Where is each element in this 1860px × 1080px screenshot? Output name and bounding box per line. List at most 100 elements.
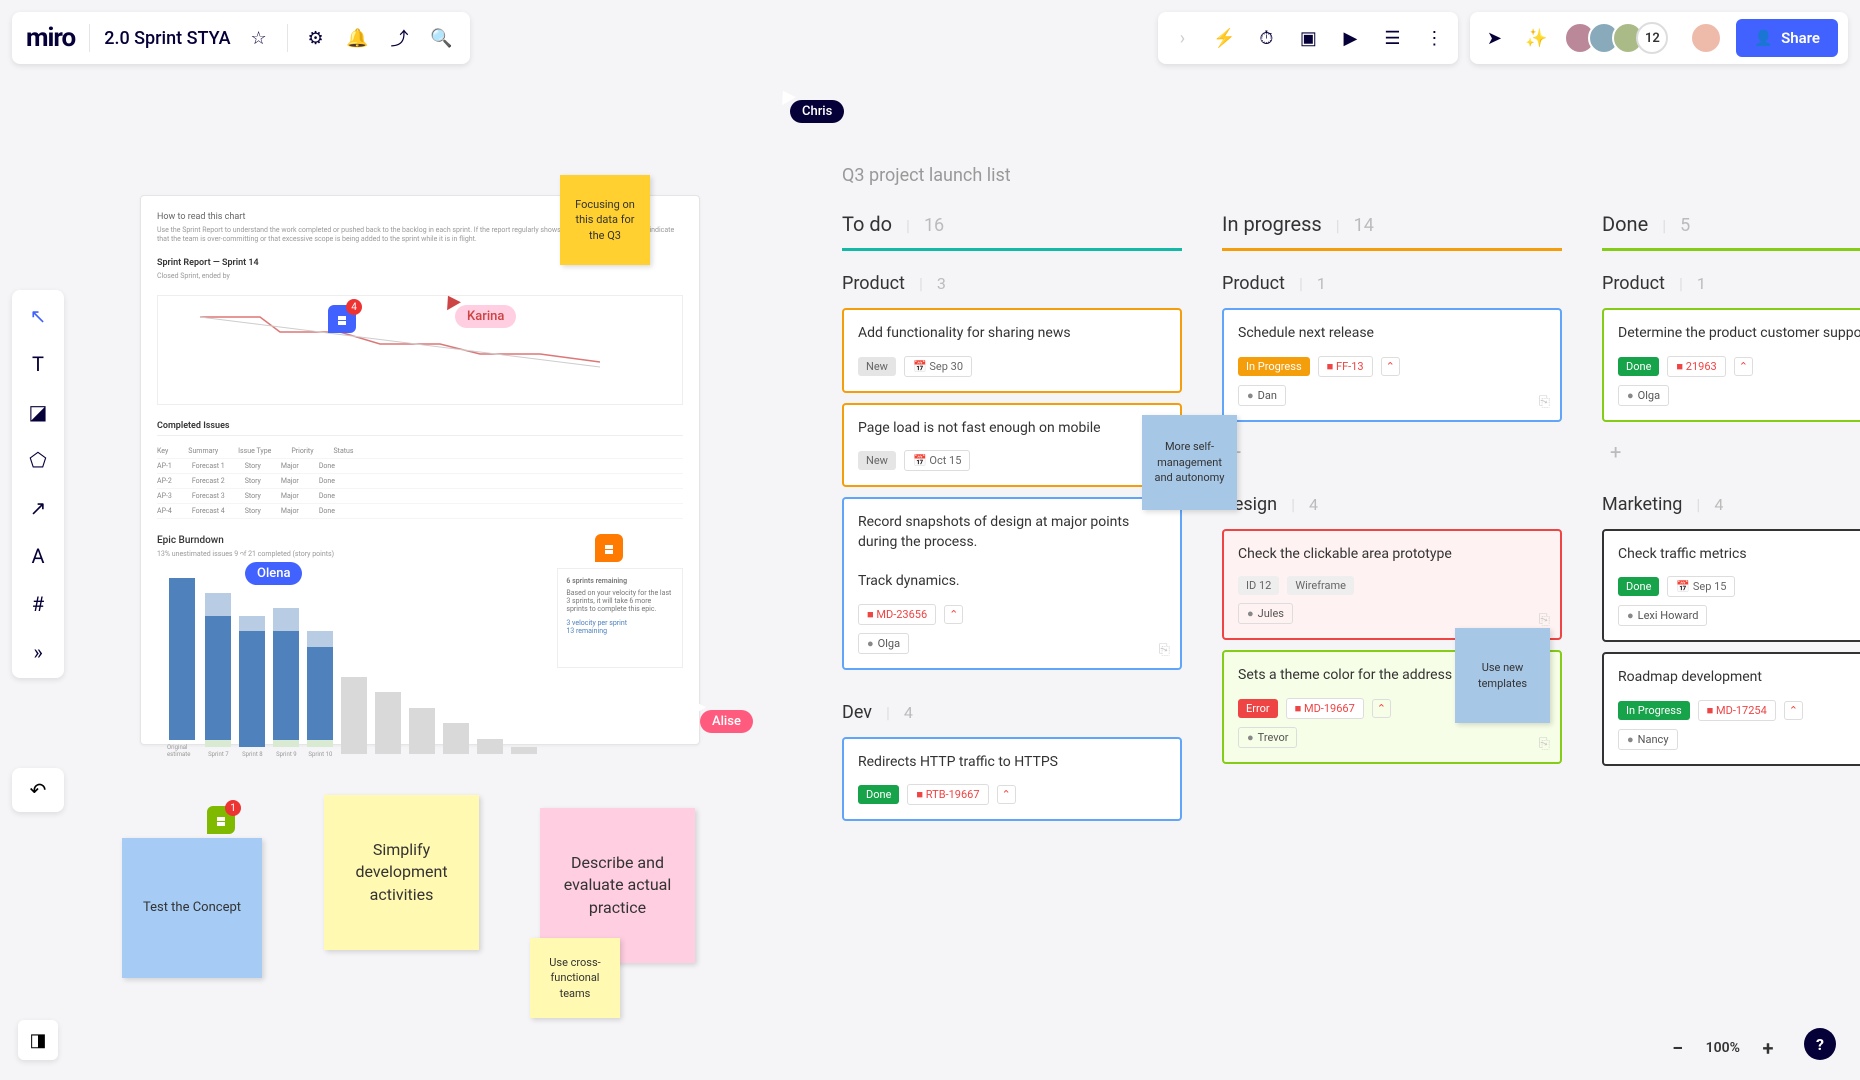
card[interactable]: Check traffic metrics Done📅 Sep 15 Lexi … xyxy=(1602,529,1860,643)
zoom-level[interactable]: 100% xyxy=(1706,1040,1740,1056)
card-title: Roadmap development xyxy=(1618,668,1860,688)
arrow-tool[interactable]: ↗ xyxy=(22,492,54,524)
avatar-overflow[interactable]: 12 xyxy=(1636,22,1668,54)
card[interactable]: Page load is not fast enough on mobile N… xyxy=(842,403,1182,488)
topbar-tools-group: › ⚡ ⏱ ▣ ▶ ☰ ⋮ xyxy=(1158,12,1458,64)
frame-tool[interactable]: # xyxy=(22,588,54,620)
settings-icon[interactable]: ⚙ xyxy=(302,24,330,52)
share-icon: 👤 xyxy=(1754,29,1773,47)
link-icon: ⎘ xyxy=(1539,736,1550,752)
status-tag: Done xyxy=(1618,357,1659,376)
topbar-collab-group: ➤ ✨ 12 👤 Share xyxy=(1470,12,1848,64)
badge-count: 4 xyxy=(346,299,362,315)
section-name: Product xyxy=(842,273,905,294)
search-icon[interactable]: 🔍 xyxy=(428,24,456,52)
card[interactable]: Record snapshots of design at major poin… xyxy=(842,497,1182,669)
export-icon[interactable]: ⤴ xyxy=(386,24,414,52)
section-count: 1 xyxy=(1317,274,1326,293)
star-icon[interactable]: ☆ xyxy=(245,24,273,52)
burndown-chart xyxy=(157,295,683,405)
text-tool[interactable]: T xyxy=(22,348,54,380)
zoom-in-button[interactable]: + xyxy=(1756,1036,1780,1060)
section-count: 1 xyxy=(1697,274,1706,293)
cursor-icon[interactable]: ➤ xyxy=(1480,24,1508,52)
add-card-button[interactable]: + xyxy=(1602,432,1860,472)
card-title: Redirects HTTP traffic to HTTPS xyxy=(858,753,1166,773)
left-toolbar: ↖ T ◪ ⬠ ↗ A # » xyxy=(12,290,64,678)
help-button[interactable]: ? xyxy=(1804,1028,1836,1060)
pen-tool[interactable]: A xyxy=(22,540,54,572)
present-icon[interactable]: ▶ xyxy=(1336,24,1364,52)
lightning-icon[interactable]: ⚡ xyxy=(1210,24,1238,52)
forecast-title: 6 sprints remaining xyxy=(566,577,674,585)
more-icon[interactable]: ⋮ xyxy=(1420,24,1448,52)
sticky-tool[interactable]: ◪ xyxy=(22,396,54,428)
kanban-col-inprogress: In progress|14 Product|1 Schedule next r… xyxy=(1222,200,1562,831)
card-title: Determine the product customer support xyxy=(1618,324,1860,344)
remaining: 13 remaining xyxy=(566,627,674,635)
comment-badge-green[interactable]: 1 xyxy=(207,806,235,834)
badge-count: 1 xyxy=(225,800,241,816)
sticky-self-manage[interactable]: More self-management and autonomy xyxy=(1142,415,1237,510)
sprint-report-frame[interactable]: How to read this chart Use the Sprint Re… xyxy=(140,195,700,745)
more-tools[interactable]: » xyxy=(22,636,54,668)
status-tag: Done xyxy=(1618,577,1659,596)
sticky-focus[interactable]: Focusing on this data for the Q3 xyxy=(560,175,650,265)
timer-icon[interactable]: ⏱ xyxy=(1252,24,1280,52)
id-tag: RTB-19667 xyxy=(907,784,988,805)
avatar-stack[interactable]: 12 xyxy=(1564,22,1668,54)
section-count: 4 xyxy=(904,703,913,722)
sticky-test-concept[interactable]: Test the Concept xyxy=(122,838,262,978)
cursor-karina: Karina xyxy=(455,305,516,328)
epic-bar-chart: Original estimateSprint 7Sprint 8Sprint … xyxy=(157,568,547,758)
panel-toggle[interactable]: ◨ xyxy=(18,1020,58,1060)
col-name: In progress xyxy=(1222,212,1322,236)
note-icon[interactable]: ☰ xyxy=(1378,24,1406,52)
sticky-simplify[interactable]: Simplify development activities xyxy=(324,795,479,950)
topbar: miro 2.0 Sprint STYA ☆ ⚙ 🔔 ⤴ 🔍 › ⚡ ⏱ ▣ ▶… xyxy=(12,12,1848,64)
kanban-col-done: Done|5 Product|1 Determine the product c… xyxy=(1602,200,1860,831)
zoom-out-button[interactable]: − xyxy=(1666,1036,1690,1060)
bell-icon[interactable]: 🔔 xyxy=(344,24,372,52)
date-tag: 📅 Sep 30 xyxy=(904,356,972,377)
shape-tool[interactable]: ⬠ xyxy=(22,444,54,476)
share-button[interactable]: 👤 Share xyxy=(1736,19,1838,57)
select-tool[interactable]: ↖ xyxy=(22,300,54,332)
priority-icon: ⌃ xyxy=(1381,357,1400,376)
kanban-board: To do|16 Product|3 Add functionality for… xyxy=(842,200,1860,831)
sticky-templates[interactable]: Use new templates xyxy=(1455,628,1550,723)
chevron-right-icon[interactable]: › xyxy=(1168,24,1196,52)
assignee: Olga xyxy=(858,633,909,654)
vote-icon[interactable]: ▣ xyxy=(1294,24,1322,52)
card[interactable]: Determine the product customer support D… xyxy=(1602,308,1860,422)
card[interactable]: Check the clickable area prototype ID 12… xyxy=(1222,529,1562,641)
reactions-icon[interactable]: ✨ xyxy=(1522,24,1550,52)
card-title: Add functionality for sharing news xyxy=(858,324,1166,344)
add-card-button[interactable]: + xyxy=(1222,432,1562,472)
topbar-left-group: miro 2.0 Sprint STYA ☆ ⚙ 🔔 ⤴ 🔍 xyxy=(12,12,470,64)
assignee: Jules xyxy=(1238,603,1293,624)
card[interactable]: Redirects HTTP traffic to HTTPS DoneRTB-… xyxy=(842,737,1182,822)
issues-table: KeySummaryIssue TypePriorityStatus AP-1F… xyxy=(157,435,683,519)
undo-button[interactable]: ↶ xyxy=(12,768,64,812)
card[interactable]: Schedule next release In ProgressFF-13⌃ … xyxy=(1222,308,1562,422)
card-title: Check the clickable area prototype xyxy=(1238,545,1546,565)
cursor-alise: Alise xyxy=(700,710,753,733)
comment-badge-orange[interactable] xyxy=(595,534,623,562)
miro-logo[interactable]: miro xyxy=(26,23,75,53)
section-count: 3 xyxy=(937,274,946,293)
completed-label: Completed Issues xyxy=(157,421,683,431)
board-title[interactable]: 2.0 Sprint STYA xyxy=(104,28,230,49)
priority-icon: ⌃ xyxy=(1372,699,1391,718)
card[interactable]: Add functionality for sharing news New📅 … xyxy=(842,308,1182,393)
kanban-title: Q3 project launch list xyxy=(842,165,1011,186)
link-icon: ⎘ xyxy=(1539,612,1550,628)
card-title: Page load is not fast enough on mobile xyxy=(858,419,1166,439)
sticky-cross-func[interactable]: Use cross-functional teams xyxy=(530,938,620,1018)
id-tag: ID 12 xyxy=(1238,576,1279,595)
date-tag: 📅 Oct 15 xyxy=(904,450,970,471)
card[interactable]: Roadmap development In ProgressMD-17254⌃… xyxy=(1602,652,1860,766)
user-avatar[interactable] xyxy=(1690,22,1722,54)
id-tag: 21963 xyxy=(1667,356,1725,377)
comment-badge-blue[interactable]: 4 xyxy=(328,305,356,333)
